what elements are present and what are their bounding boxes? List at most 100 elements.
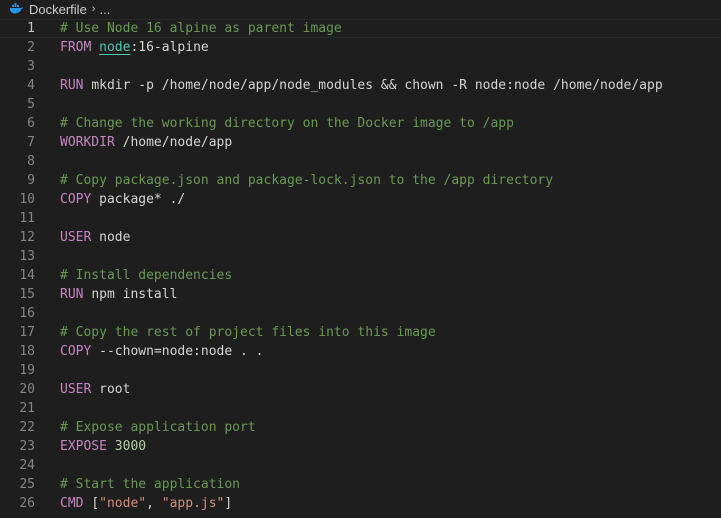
code-line[interactable]: 6 # Change the working directory on the D… [0,114,721,133]
line-number: 2 [27,40,35,55]
breadcrumb: Dockerfile › ... [0,0,721,18]
code-line[interactable]: 2 FROM node:16-alpine [0,38,721,57]
code-token: CMD [60,496,92,511]
code-text[interactable]: # Expose application port [60,418,256,437]
line-number: 5 [27,97,35,112]
code-line[interactable]: 25 # Start the application [0,475,721,494]
code-token: node [99,230,131,245]
code-line[interactable]: 7 WORKDIR /home/node/app [0,133,721,152]
code-text[interactable]: # Copy the rest of project files into th… [60,323,436,342]
code-token: COPY [60,344,100,359]
code-text[interactable]: # Change the working directory on the Do… [60,114,514,133]
line-number: 21 [19,401,35,416]
code-token: # Copy package.json and package-lock.jso… [60,173,554,188]
code-text[interactable]: EXPOSE 3000 [60,437,146,456]
code-token: # Start the application [60,477,241,492]
code-line[interactable]: 4 RUN mkdir -p /home/node/app/node_module… [0,76,721,95]
code-text[interactable]: # Use Node 16 alpine as parent image [60,19,342,38]
code-text[interactable]: WORKDIR /home/node/app [60,133,232,152]
code-line[interactable]: 17 # Copy the rest of project files into … [0,323,721,342]
code-token: # Use Node 16 alpine as parent image [60,21,342,36]
line-number: 17 [19,325,35,340]
code-text[interactable]: RUN npm install [60,285,177,304]
code-line[interactable]: 22 # Expose application port [0,418,721,437]
code-token: RUN [60,287,92,302]
code-line[interactable]: 15 RUN npm install [0,285,721,304]
line-number: 3 [27,59,35,74]
code-line[interactable]: 20 USER root [0,380,721,399]
line-number: 13 [19,249,35,264]
line-number: 18 [19,344,35,359]
code-token: :16-alpine [130,40,209,55]
docker-whale-icon [9,3,23,15]
code-token: "node" [99,496,147,511]
code-token: /home/node/app [122,135,233,150]
code-token: # Install dependencies [60,268,233,283]
line-number: 7 [27,135,35,150]
code-token: RUN [60,78,92,93]
code-text[interactable]: USER node [60,228,130,247]
code-line[interactable]: 23 EXPOSE 3000 [0,437,721,456]
code-line[interactable]: 3 [0,57,721,76]
code-line[interactable]: 26 CMD ["node", "app.js"] [0,494,721,513]
code-text[interactable]: COPY package* ./ [60,190,185,209]
line-number: 11 [19,211,35,226]
code-line[interactable]: 5 [0,95,721,114]
code-token: --chown=node:node . . [99,344,264,359]
breadcrumb-symbols[interactable]: ... [99,2,110,17]
code-token: # Change the working directory on the Do… [60,116,514,131]
chevron-right-icon: › [91,3,96,15]
code-token: 3000 [114,439,147,454]
code-text[interactable]: FROM node:16-alpine [60,38,209,57]
line-number: 1 [27,21,35,36]
code-text[interactable]: # Install dependencies [60,266,232,285]
line-number: 23 [19,439,35,454]
code-token: WORKDIR [60,135,123,150]
line-number: 22 [19,420,35,435]
code-token: FROM [60,40,100,55]
code-token: COPY [60,192,100,207]
line-number: 25 [19,477,35,492]
line-number: 16 [19,306,35,321]
code-text[interactable]: USER root [60,380,130,399]
code-editor[interactable]: 1 # Use Node 16 alpine as parent image 2 FR… [0,19,721,513]
line-number: 4 [27,78,35,93]
code-line[interactable]: 9 # Copy package.json and package-lock.js… [0,171,721,190]
code-line[interactable]: 18 COPY --chown=node:node . . [0,342,721,361]
code-text[interactable]: RUN mkdir -p /home/node/app/node_modules… [60,76,663,95]
code-text[interactable]: # Start the application [60,475,240,494]
line-number: 24 [19,458,35,473]
code-token: EXPOSE [60,439,115,454]
code-line[interactable]: 21 [0,399,721,418]
code-line[interactable]: 11 [0,209,721,228]
code-token: USER [60,230,100,245]
line-number: 15 [19,287,35,302]
code-token: npm install [91,287,178,302]
line-number: 12 [19,230,35,245]
code-line[interactable]: 14 # Install dependencies [0,266,721,285]
code-line[interactable]: 24 [0,456,721,475]
line-number: 14 [19,268,35,283]
code-text[interactable]: COPY --chown=node:node . . [60,342,264,361]
code-token: root [99,382,131,397]
code-line[interactable]: 12 USER node [0,228,721,247]
code-line[interactable]: 10 COPY package* ./ [0,190,721,209]
code-line[interactable]: 8 [0,152,721,171]
line-number: 20 [19,382,35,397]
line-number: 8 [27,154,35,169]
code-line[interactable]: 1 # Use Node 16 alpine as parent image [0,19,721,38]
code-token: # Copy the rest of project files into th… [60,325,436,340]
breadcrumb-file[interactable]: Dockerfile [29,2,87,17]
code-text[interactable]: CMD ["node", "app.js"] [60,494,232,513]
code-token: node [99,40,131,55]
code-line[interactable]: 13 [0,247,721,266]
code-line[interactable]: 16 [0,304,721,323]
code-token: [ [91,496,100,511]
line-number: 9 [27,173,35,188]
code-line[interactable]: 19 [0,361,721,380]
code-text[interactable]: # Copy package.json and package-lock.jso… [60,171,553,190]
code-token: mkdir -p /home/node/app/node_modules && … [91,78,663,93]
code-token: , [146,496,162,511]
code-token: USER [60,382,100,397]
code-token: ] [224,496,233,511]
